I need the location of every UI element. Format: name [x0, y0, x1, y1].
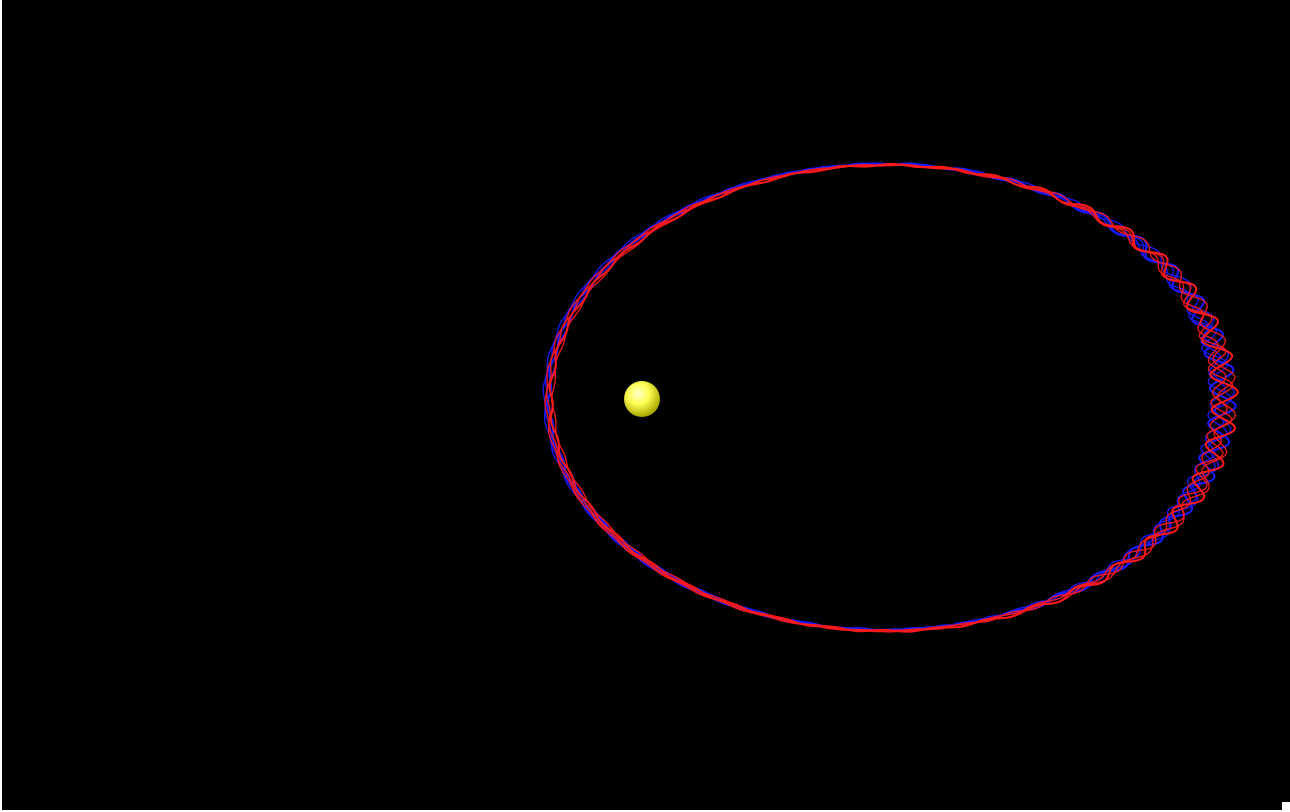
- resize-handle[interactable]: [1282, 802, 1290, 810]
- central-star: [624, 381, 660, 417]
- orbit-scene: [542, 162, 1239, 633]
- 3d-viewport[interactable]: [2, 0, 1290, 810]
